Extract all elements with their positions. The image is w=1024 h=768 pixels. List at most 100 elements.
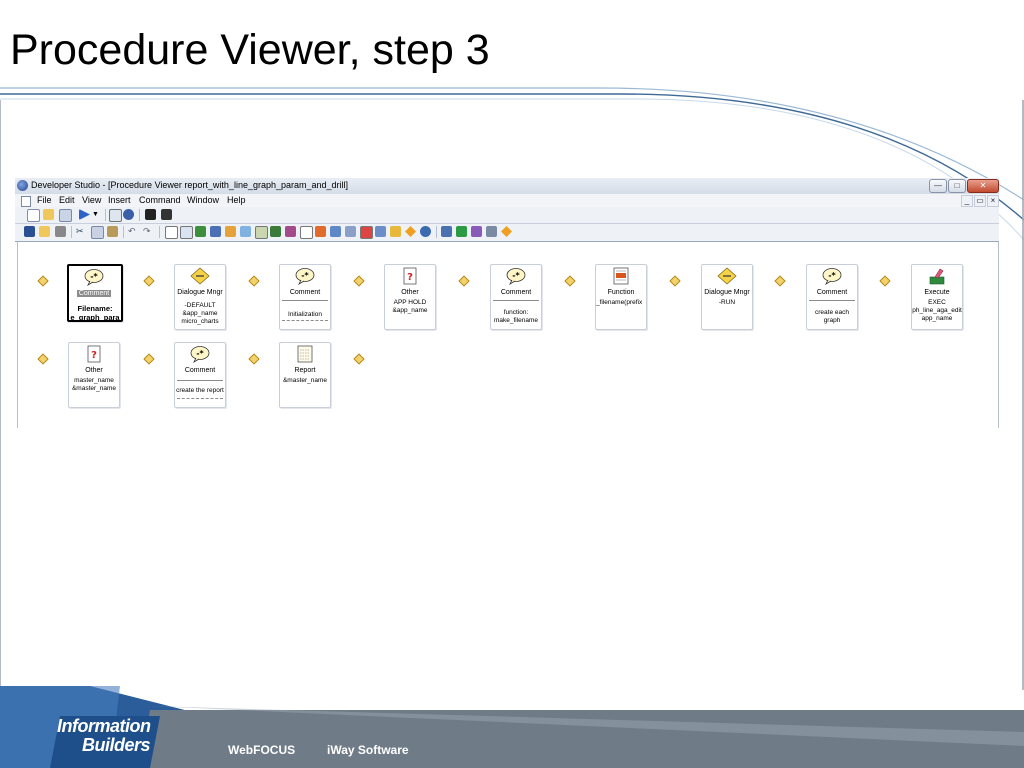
procedure-node-comment[interactable]: -* Comment create the report bbox=[174, 342, 226, 408]
olap-tool-icon[interactable] bbox=[375, 226, 386, 237]
filter-tool-icon[interactable] bbox=[285, 226, 296, 237]
execute-tool-icon[interactable] bbox=[315, 226, 326, 237]
procedure-canvas[interactable]: -* Comment Filename: e_graph_para Dialog… bbox=[17, 242, 999, 428]
procedure-tool-icon[interactable] bbox=[345, 226, 356, 237]
window-icon[interactable] bbox=[145, 209, 156, 220]
other-tool-icon[interactable] bbox=[360, 226, 373, 239]
toolbar-separator bbox=[105, 209, 106, 221]
connector-icon[interactable] bbox=[670, 276, 678, 284]
connect-tool-icon[interactable] bbox=[441, 226, 452, 237]
dialogue-mngr-icon bbox=[717, 267, 737, 285]
procedure-node-comment[interactable]: -* Comment function: make_filename bbox=[490, 264, 542, 330]
connector-icon[interactable] bbox=[354, 354, 362, 362]
open-icon[interactable] bbox=[43, 209, 54, 220]
run-icon[interactable] bbox=[79, 209, 90, 220]
connector-icon[interactable] bbox=[249, 276, 257, 284]
match-tool-icon[interactable] bbox=[255, 226, 268, 239]
redo-icon[interactable]: ↷ bbox=[143, 226, 154, 237]
procedure-node-report[interactable]: Report &master_name bbox=[279, 342, 331, 408]
comment-icon: -* bbox=[190, 346, 210, 363]
graph-tool-icon[interactable] bbox=[195, 226, 206, 237]
connector-icon[interactable] bbox=[565, 276, 573, 284]
close-button[interactable]: ✕ bbox=[967, 179, 999, 193]
link-tool-icon[interactable] bbox=[456, 226, 467, 237]
connector-icon[interactable] bbox=[459, 276, 467, 284]
join-tool-icon[interactable] bbox=[225, 226, 236, 237]
menu-file[interactable]: File bbox=[37, 195, 52, 205]
dialogue-tool-icon[interactable] bbox=[390, 226, 401, 237]
connector-icon[interactable] bbox=[775, 276, 783, 284]
set-tool-icon[interactable] bbox=[330, 226, 341, 237]
connector-icon[interactable] bbox=[144, 354, 152, 362]
menu-help[interactable]: Help bbox=[227, 195, 246, 205]
footer-banner bbox=[0, 686, 1024, 768]
node-label: Dialogue Mngr bbox=[704, 289, 750, 296]
node-label: Execute bbox=[924, 289, 950, 296]
sort-tool-icon[interactable] bbox=[270, 226, 281, 237]
node-divider bbox=[282, 320, 328, 321]
procedure-icon[interactable] bbox=[109, 209, 122, 222]
procedure-node-other[interactable]: ? Other APP HOLD &app_name bbox=[384, 264, 436, 330]
connector-icon[interactable] bbox=[38, 354, 46, 362]
edit-icon[interactable] bbox=[59, 209, 72, 222]
undo-icon[interactable]: ↶ bbox=[128, 226, 139, 237]
maximize-button[interactable]: □ bbox=[948, 179, 966, 193]
comment-icon: -* bbox=[822, 268, 842, 285]
run-tool-icon[interactable] bbox=[420, 226, 431, 237]
globe-icon[interactable] bbox=[123, 209, 134, 220]
menu-insert[interactable]: Insert bbox=[108, 195, 131, 205]
node-label: Report bbox=[294, 367, 316, 374]
toolbar-separator bbox=[71, 226, 72, 238]
mdi-close-button[interactable]: × bbox=[987, 195, 999, 207]
sql-tool-icon[interactable] bbox=[180, 226, 193, 239]
filename-label: Filename: bbox=[77, 304, 113, 313]
window-title: Developer Studio - [Procedure Viewer rep… bbox=[31, 180, 349, 190]
menu-command[interactable]: Command bbox=[139, 195, 181, 205]
include-tool-icon[interactable] bbox=[300, 226, 313, 239]
procedure-node-dialogue-mngr[interactable]: Dialogue Mngr -DEFAULT &app_name micro_c… bbox=[174, 264, 226, 330]
cut-icon[interactable]: ✂ bbox=[76, 226, 87, 237]
run-dropdown-icon[interactable]: ▼ bbox=[92, 209, 103, 220]
connector-icon[interactable] bbox=[38, 276, 46, 284]
procedure-node-comment[interactable]: -* Comment create each graph bbox=[806, 264, 858, 330]
define-tool-icon[interactable] bbox=[240, 226, 251, 237]
footer-link-webfocus[interactable]: WebFOCUS bbox=[228, 743, 295, 757]
mdi-minimize-button[interactable]: _ bbox=[961, 195, 973, 207]
paste-icon[interactable] bbox=[107, 226, 118, 237]
new-icon[interactable] bbox=[27, 209, 40, 222]
flow-tool-icon[interactable] bbox=[486, 226, 497, 237]
menu-window[interactable]: Window bbox=[187, 195, 219, 205]
procedure-node-comment[interactable]: -* Comment Initialization bbox=[279, 264, 331, 330]
minimize-button[interactable]: — bbox=[929, 179, 947, 193]
open-folder-icon[interactable] bbox=[39, 226, 50, 237]
node-label: Other bbox=[85, 367, 103, 374]
node-divider bbox=[177, 380, 223, 381]
copy-icon[interactable] bbox=[91, 226, 104, 239]
connector-icon[interactable] bbox=[249, 354, 257, 362]
connector-icon[interactable] bbox=[880, 276, 888, 284]
print-icon[interactable] bbox=[55, 226, 66, 237]
procedure-node-comment[interactable]: -* Comment Filename: e_graph_para bbox=[67, 264, 123, 322]
decision-tool-icon[interactable] bbox=[501, 226, 512, 237]
procedure-node-dialogue-mngr[interactable]: Dialogue Mngr -RUN bbox=[701, 264, 753, 330]
node-body: create the report bbox=[176, 387, 224, 394]
connector-icon[interactable] bbox=[144, 276, 152, 284]
procedure-node-function[interactable]: Function _filename(prefix bbox=[595, 264, 647, 330]
mdi-restore-button[interactable]: ▭ bbox=[974, 195, 986, 207]
procedure-node-execute[interactable]: Execute EXEC ph_line_aga_edit app_name bbox=[911, 264, 963, 330]
procedure-node-other[interactable]: ? Other master_name &master_name bbox=[68, 342, 120, 408]
save-icon[interactable] bbox=[24, 226, 35, 237]
connector-icon[interactable] bbox=[354, 276, 362, 284]
menu-view[interactable]: View bbox=[82, 195, 101, 205]
node-body: _filename(prefix bbox=[596, 299, 643, 306]
menu-edit[interactable]: Edit bbox=[59, 195, 75, 205]
toolbar-separator bbox=[436, 226, 437, 238]
comment-icon: -* bbox=[84, 269, 104, 286]
cascade-icon[interactable] bbox=[161, 209, 172, 220]
goto-tool-icon[interactable] bbox=[405, 226, 416, 237]
svg-text:?: ? bbox=[407, 272, 413, 283]
report-tool-icon[interactable] bbox=[165, 226, 178, 239]
branch-tool-icon[interactable] bbox=[471, 226, 482, 237]
chart-tool-icon[interactable] bbox=[210, 226, 221, 237]
footer-link-iway[interactable]: iWay Software bbox=[327, 743, 409, 757]
